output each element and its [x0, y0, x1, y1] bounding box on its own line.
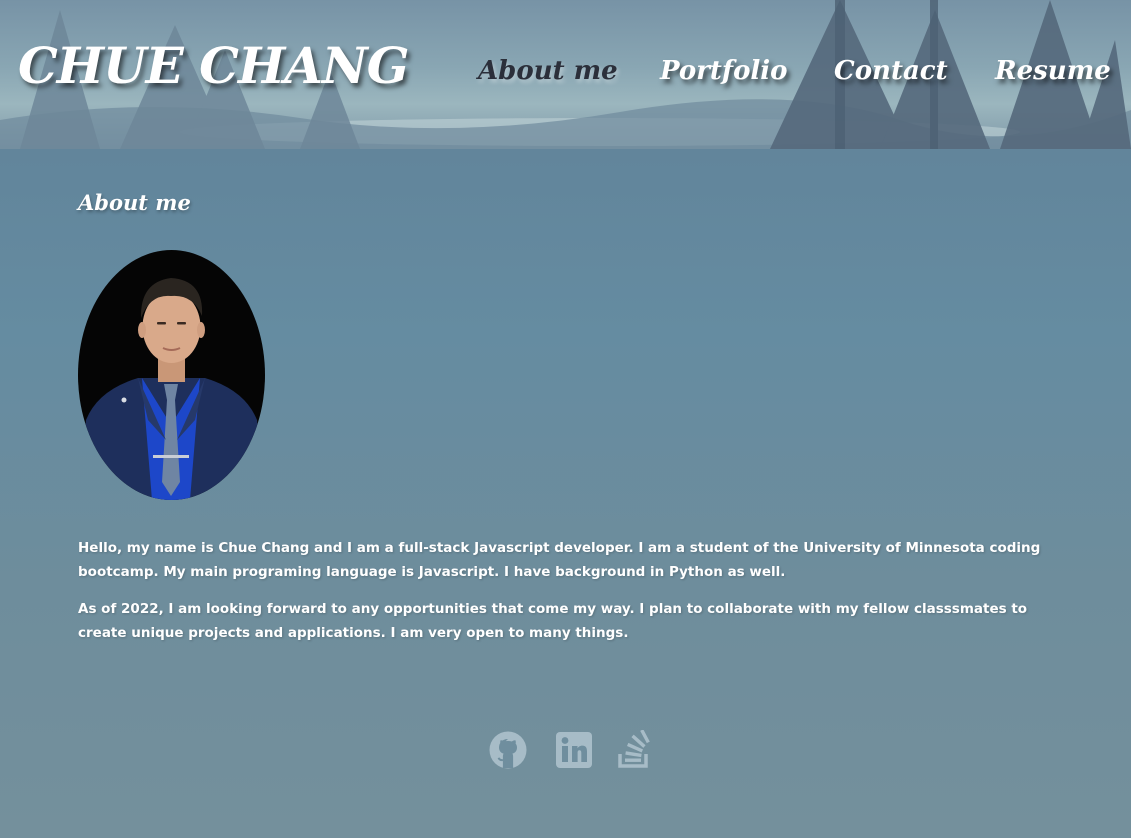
- bio-paragraph: Hello, my name is Chue Chang and I am a …: [78, 540, 1041, 580]
- bio-text: Hello, my name is Chue Chang and I am a …: [78, 536, 1063, 658]
- stack-overflow-icon: [618, 729, 650, 768]
- profile-photo: [78, 250, 265, 500]
- linkedin-icon: [556, 732, 592, 768]
- about-section: About me Hello, my name is Chue Chang an…: [78, 190, 1058, 641]
- nav-link-contact[interactable]: Contact: [834, 56, 948, 86]
- site-header: CHUE CHANG About me Portfolio Contact Re…: [0, 0, 1131, 149]
- github-icon: [489, 731, 527, 769]
- main-nav: About me Portfolio Contact Resume: [0, 56, 1131, 92]
- bio-paragraph: As of 2022, I am looking forward to any …: [78, 601, 1028, 641]
- nav-link-portfolio[interactable]: Portfolio: [660, 56, 788, 86]
- nav-link-about-me[interactable]: About me: [478, 56, 618, 86]
- linkedin-link[interactable]: [554, 730, 594, 770]
- section-title: About me: [78, 190, 191, 215]
- stack-overflow-link[interactable]: [614, 729, 654, 770]
- nav-link-resume[interactable]: Resume: [995, 56, 1111, 86]
- github-link[interactable]: [488, 730, 528, 770]
